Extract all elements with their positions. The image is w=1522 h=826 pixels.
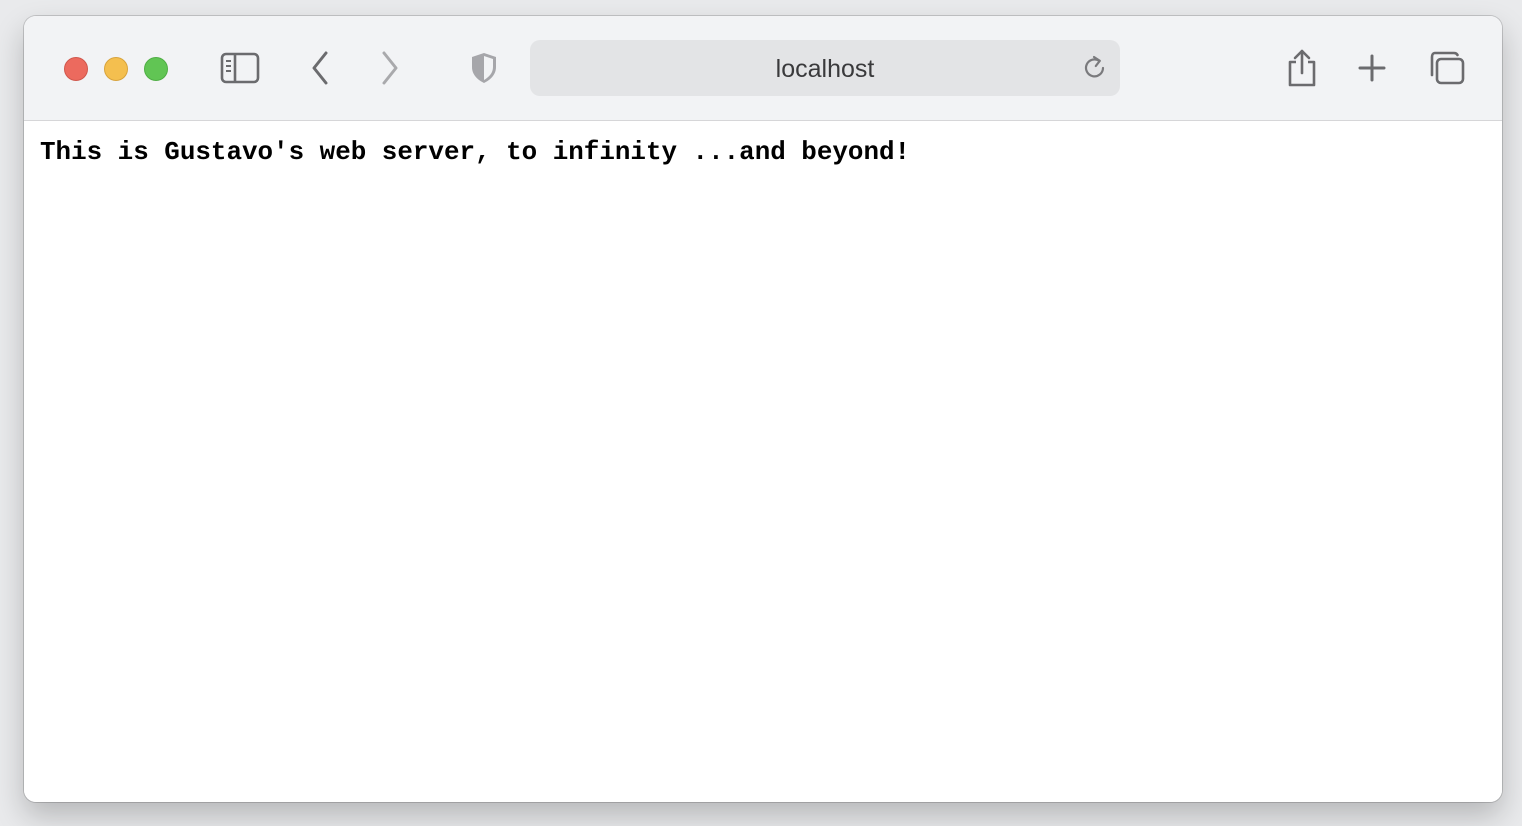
forward-button[interactable] xyxy=(374,50,406,86)
page-content: This is Gustavo's web server, to infinit… xyxy=(24,121,1502,802)
new-tab-button[interactable] xyxy=(1354,50,1390,86)
page-body-text: This is Gustavo's web server, to infinit… xyxy=(40,137,911,167)
tab-overview-button[interactable] xyxy=(1426,48,1468,88)
plus-icon xyxy=(1357,53,1387,83)
chevron-right-icon xyxy=(380,51,400,85)
share-button[interactable] xyxy=(1282,46,1322,90)
address-bar[interactable]: localhost xyxy=(530,40,1120,96)
zoom-window-button[interactable] xyxy=(144,57,168,81)
address-url[interactable]: localhost xyxy=(530,40,1120,96)
back-button[interactable] xyxy=(304,50,336,86)
minimize-window-button[interactable] xyxy=(104,57,128,81)
reload-icon xyxy=(1082,55,1108,85)
close-window-button[interactable] xyxy=(64,57,88,81)
share-icon xyxy=(1285,48,1319,88)
privacy-report-button[interactable] xyxy=(466,50,502,86)
chevron-left-icon xyxy=(310,51,330,85)
shield-icon xyxy=(469,51,499,85)
tabs-icon xyxy=(1428,50,1466,86)
sidebar-toggle-button[interactable] xyxy=(218,50,262,86)
browser-window: localhost This is Gustavo's web server, … xyxy=(24,16,1502,802)
browser-toolbar: localhost xyxy=(24,16,1502,121)
sidebar-icon xyxy=(220,52,260,84)
reload-button[interactable] xyxy=(1082,55,1108,81)
